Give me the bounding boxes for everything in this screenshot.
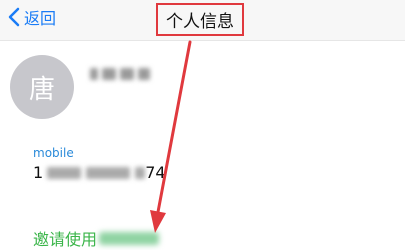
mobile-number-redacted [47, 166, 146, 179]
back-label: 返回 [24, 9, 57, 28]
invite-button[interactable]: 邀请使用 [33, 226, 160, 250]
invite-label: 邀请使用 [33, 230, 98, 249]
mobile-number-start: 1 [33, 163, 44, 182]
navbar-divider [0, 40, 405, 41]
avatar: 唐 [10, 55, 74, 119]
mobile-number[interactable]: 1 74 [33, 163, 166, 182]
mobile-label: mobile [33, 146, 74, 160]
chevron-left-icon [8, 7, 20, 27]
navigation-bar: 返回 个人信息 [0, 0, 405, 40]
page-title: 个人信息 [166, 11, 234, 32]
back-button[interactable]: 返回 [8, 5, 56, 29]
mobile-number-end: 74 [145, 163, 166, 182]
contact-name-redacted [90, 66, 154, 82]
annotation-arrow-shaft [156, 40, 192, 214]
